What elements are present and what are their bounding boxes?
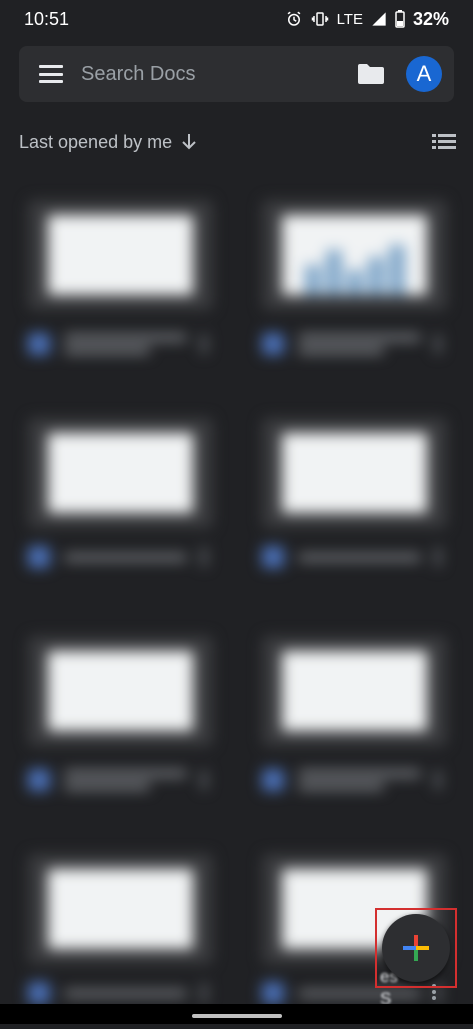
document-card[interactable]: [262, 418, 447, 593]
menu-icon[interactable]: [39, 65, 63, 83]
document-thumbnail: [48, 215, 193, 295]
highlight-box: [375, 908, 457, 988]
more-icon[interactable]: [435, 547, 441, 567]
list-view-icon[interactable]: [432, 134, 456, 150]
sort-button[interactable]: Last opened by me: [19, 132, 196, 153]
docs-icon: [262, 546, 284, 568]
battery-percent: 32%: [412, 8, 449, 29]
home-gesture-handle[interactable]: [192, 1014, 282, 1018]
status-icons: LTE 32%: [285, 9, 449, 30]
docs-icon: [262, 769, 284, 791]
docs-icon: [28, 982, 50, 1004]
more-icon[interactable]: [435, 334, 441, 354]
status-bar: 10:51 LTE 32%: [0, 0, 473, 38]
document-thumbnail: [282, 651, 427, 731]
vibrate-icon: [311, 12, 328, 26]
sort-label: Last opened by me: [19, 131, 173, 152]
document-card[interactable]: [28, 636, 213, 811]
document-card[interactable]: [262, 200, 447, 375]
alarm-icon: [287, 11, 300, 26]
document-card[interactable]: [28, 200, 213, 375]
docs-icon: [28, 769, 50, 791]
document-card[interactable]: [262, 636, 447, 811]
document-thumbnail: [48, 869, 193, 949]
document-card[interactable]: [28, 854, 213, 1029]
document-thumbnail: [282, 215, 427, 295]
battery-icon: [395, 10, 405, 28]
more-icon[interactable]: [201, 547, 207, 567]
sort-row: Last opened by me: [19, 128, 456, 156]
more-icon[interactable]: [201, 983, 207, 1003]
document-card[interactable]: [28, 418, 213, 593]
search-input[interactable]: Search Docs: [81, 63, 358, 86]
docs-icon: [262, 982, 284, 1004]
document-thumbnail: [48, 651, 193, 731]
document-thumbnail: [282, 433, 427, 513]
more-icon[interactable]: [435, 770, 441, 790]
docs-icon: [28, 333, 50, 355]
account-avatar[interactable]: A: [406, 56, 442, 92]
more-icon[interactable]: [201, 334, 207, 354]
search-bar[interactable]: Search Docs A: [19, 46, 454, 102]
network-type: LTE: [336, 10, 363, 28]
docs-icon: [262, 333, 284, 355]
signal-icon: [372, 12, 386, 26]
status-time: 10:51: [24, 8, 70, 29]
document-thumbnail: [48, 433, 193, 513]
arrow-down-icon: [182, 134, 196, 150]
more-icon[interactable]: [201, 770, 207, 790]
folder-icon[interactable]: [358, 64, 384, 84]
docs-icon: [28, 546, 50, 568]
